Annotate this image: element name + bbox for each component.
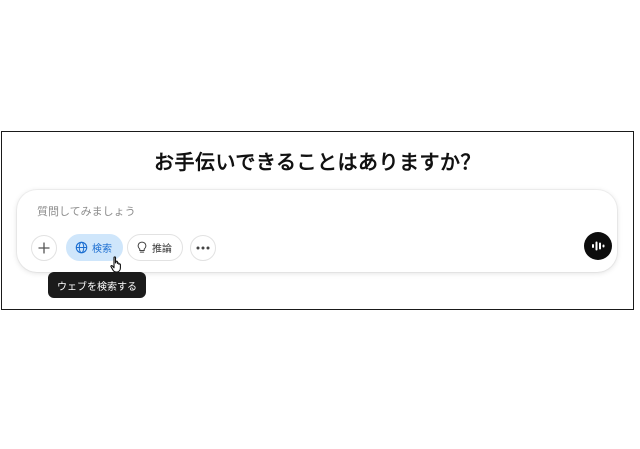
more-tools-button[interactable] (190, 235, 216, 261)
message-input[interactable]: 質問してみましょう (37, 203, 136, 219)
hand-pointer-cursor-icon (110, 256, 121, 273)
screenshot-frame: お手伝いできることはありますか？ 質問してみましょう 検索 推論 ウェブを検索す… (1, 131, 634, 310)
voice-waveform-icon (592, 241, 605, 251)
reason-button[interactable]: 推論 (127, 234, 183, 261)
ellipsis-icon (196, 246, 210, 250)
search-tooltip: ウェブを検索する (48, 272, 146, 298)
composer-box: 質問してみましょう 検索 推論 (17, 190, 617, 272)
attach-button[interactable] (31, 235, 57, 261)
plus-icon (38, 242, 50, 254)
reason-button-label: 推論 (152, 244, 172, 255)
lightbulb-icon (137, 241, 147, 253)
page-title: お手伝いできることはありますか？ (154, 150, 481, 174)
search-button-label: 検索 (92, 244, 112, 255)
globe-icon (75, 241, 88, 254)
voice-mode-button[interactable] (584, 232, 612, 260)
